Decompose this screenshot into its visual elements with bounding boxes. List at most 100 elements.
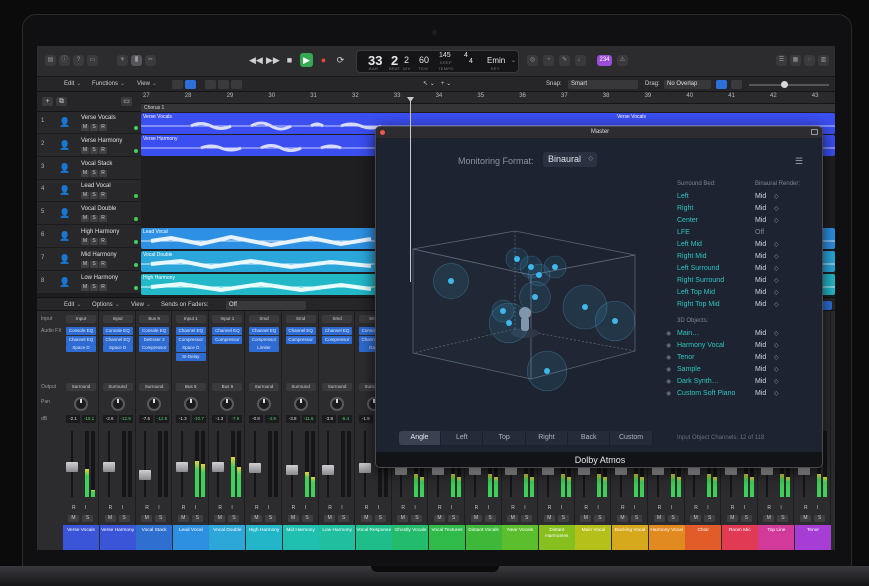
plugin-slot[interactable]: Space D [175,344,206,352]
output-slot[interactable]: Surround [66,383,96,391]
mute-button[interactable]: M [800,515,811,522]
input-monitor-icon[interactable]: I [268,505,269,511]
mute-button[interactable]: M [690,515,702,522]
input-monitor-icon[interactable]: I [305,505,306,511]
channel-name[interactable]: Vocal Stack [136,525,173,550]
solo-button[interactable]: S [594,515,606,522]
cpu-badge[interactable]: 234 [597,55,612,66]
output-slot[interactable]: Surround [249,383,279,391]
pan-knob[interactable] [74,397,88,411]
edit-menu[interactable]: Edit ⌄ [64,80,81,89]
solo-button[interactable]: S [90,283,98,291]
solo-button[interactable]: S [82,515,93,522]
binaural-render-value[interactable]: Mid [755,390,766,397]
channel-name[interactable]: Lead Vocal [172,525,209,550]
mute-button[interactable]: M [81,238,89,245]
view-tab-custom[interactable]: Custom [611,431,653,445]
input-slot[interactable]: Bus 9 [139,315,170,323]
solo-button[interactable]: S [301,515,313,522]
mute-button[interactable]: M [287,515,299,522]
solo-button[interactable]: S [814,515,825,522]
input-slot[interactable]: Smd [322,315,353,323]
input-monitor-icon[interactable]: I [524,505,525,511]
pan-knob[interactable] [110,397,125,411]
input-monitor-icon[interactable]: I [341,505,342,511]
fader-cap[interactable] [358,463,371,474]
fader-cap[interactable] [66,461,78,472]
mute-button[interactable]: M [726,515,738,522]
solo-button[interactable]: S [338,515,350,522]
tuner-icon[interactable]: ◎ [527,55,538,66]
mute-button[interactable]: M [141,515,153,522]
record-enable-button[interactable]: R [99,215,107,223]
mixer-options-menu[interactable]: Options ⌄ [92,301,120,310]
grid-icon[interactable] [172,80,183,89]
mute-button[interactable]: M [81,169,89,177]
stepper-icon[interactable]: ◇ [774,277,779,284]
visibility-icon[interactable]: ◉ [666,342,671,349]
mute-button[interactable]: M [543,515,555,522]
record-enable-button[interactable]: R [99,283,107,291]
mute-button[interactable]: M [81,192,89,200]
list-icon[interactable]: ☰ [795,156,803,167]
solo-button[interactable]: S [557,515,569,522]
channel-name[interactable]: Vocal Response [355,525,392,550]
list-view-icon[interactable] [185,80,196,89]
mixer-icon[interactable]: ⫼ [131,55,142,66]
input-monitor-icon[interactable]: I [744,505,745,511]
channel-name[interactable]: Distant Harmonies [538,525,575,550]
binaural-render-value[interactable]: Mid [755,205,766,212]
solo-button[interactable]: S [90,169,98,177]
track-header[interactable]: 4 👤 Lead Vocal M S R [37,180,141,203]
mute-button[interactable]: M [251,515,262,522]
read-automation-icon[interactable]: R [72,505,76,511]
input-monitor-icon[interactable]: I [780,505,781,511]
solo-button[interactable]: S [777,515,789,522]
binaural-render-value[interactable]: Mid [755,241,766,248]
mute-button[interactable]: M [470,515,482,522]
binaural-render-value[interactable]: Mid [755,354,766,361]
input-monitor-icon[interactable]: I [451,505,452,511]
read-automation-icon[interactable]: R [438,505,442,511]
read-automation-icon[interactable]: R [767,505,771,511]
visibility-icon[interactable]: ◉ [666,378,671,385]
plugin-slot[interactable]: Compressor [139,344,170,352]
binaural-render-value[interactable]: Mid [755,342,766,349]
stepper-icon[interactable]: ◇ [774,241,779,248]
input-monitor-icon[interactable]: I [671,505,672,511]
read-automation-icon[interactable]: R [109,505,113,511]
channel-name[interactable]: Main Vocal [575,525,612,550]
visibility-icon[interactable]: ◉ [666,330,671,337]
solo-button[interactable]: S [155,515,167,522]
track-header[interactable]: 1 👤 Verse Vocals M S R [37,112,141,134]
plugin-slot[interactable]: Console EQ [66,327,96,335]
read-automation-icon[interactable]: R [365,505,369,511]
fader-cap[interactable] [212,461,225,472]
solo-button[interactable]: S [374,515,386,522]
input-monitor-icon[interactable]: I [195,505,196,511]
drag-dropdown[interactable]: No Overlap [664,80,711,89]
duplicate-track-button[interactable]: ⧉ [56,97,67,106]
record-button[interactable]: ● [317,53,330,67]
toolbar-icon[interactable]: ▭ [87,55,98,66]
stepper-icon[interactable]: ◇ [774,390,779,397]
plugin-slot[interactable]: Space D [102,344,133,352]
binaural-render-value[interactable]: Mid [755,289,766,296]
read-automation-icon[interactable]: R [328,505,332,511]
mute-button[interactable]: M [214,515,226,522]
stepper-icon[interactable]: ◇ [774,253,779,260]
binaural-render-value[interactable]: Mid [755,277,766,284]
input-slot[interactable]: Input 1 [175,315,206,323]
plugin-slot[interactable]: Compressor [212,335,243,344]
stepper-icon[interactable]: ◇ [774,330,779,337]
read-automation-icon[interactable]: R [584,505,588,511]
fader-cap[interactable] [322,464,335,475]
channel-name[interactable]: Vocal Textures [429,525,465,550]
channel-name[interactable]: Verse Vocals [63,525,99,550]
atmos-room-view[interactable] [405,211,645,411]
mixer-view-menu[interactable]: View ⌄ [131,301,151,310]
monitoring-format-select[interactable]: Binaural ◇ [543,152,597,167]
stepper-icon[interactable]: ◇ [774,342,779,349]
catch-icon[interactable] [231,80,242,89]
channel-name[interactable]: Mid Harmony [282,525,319,550]
